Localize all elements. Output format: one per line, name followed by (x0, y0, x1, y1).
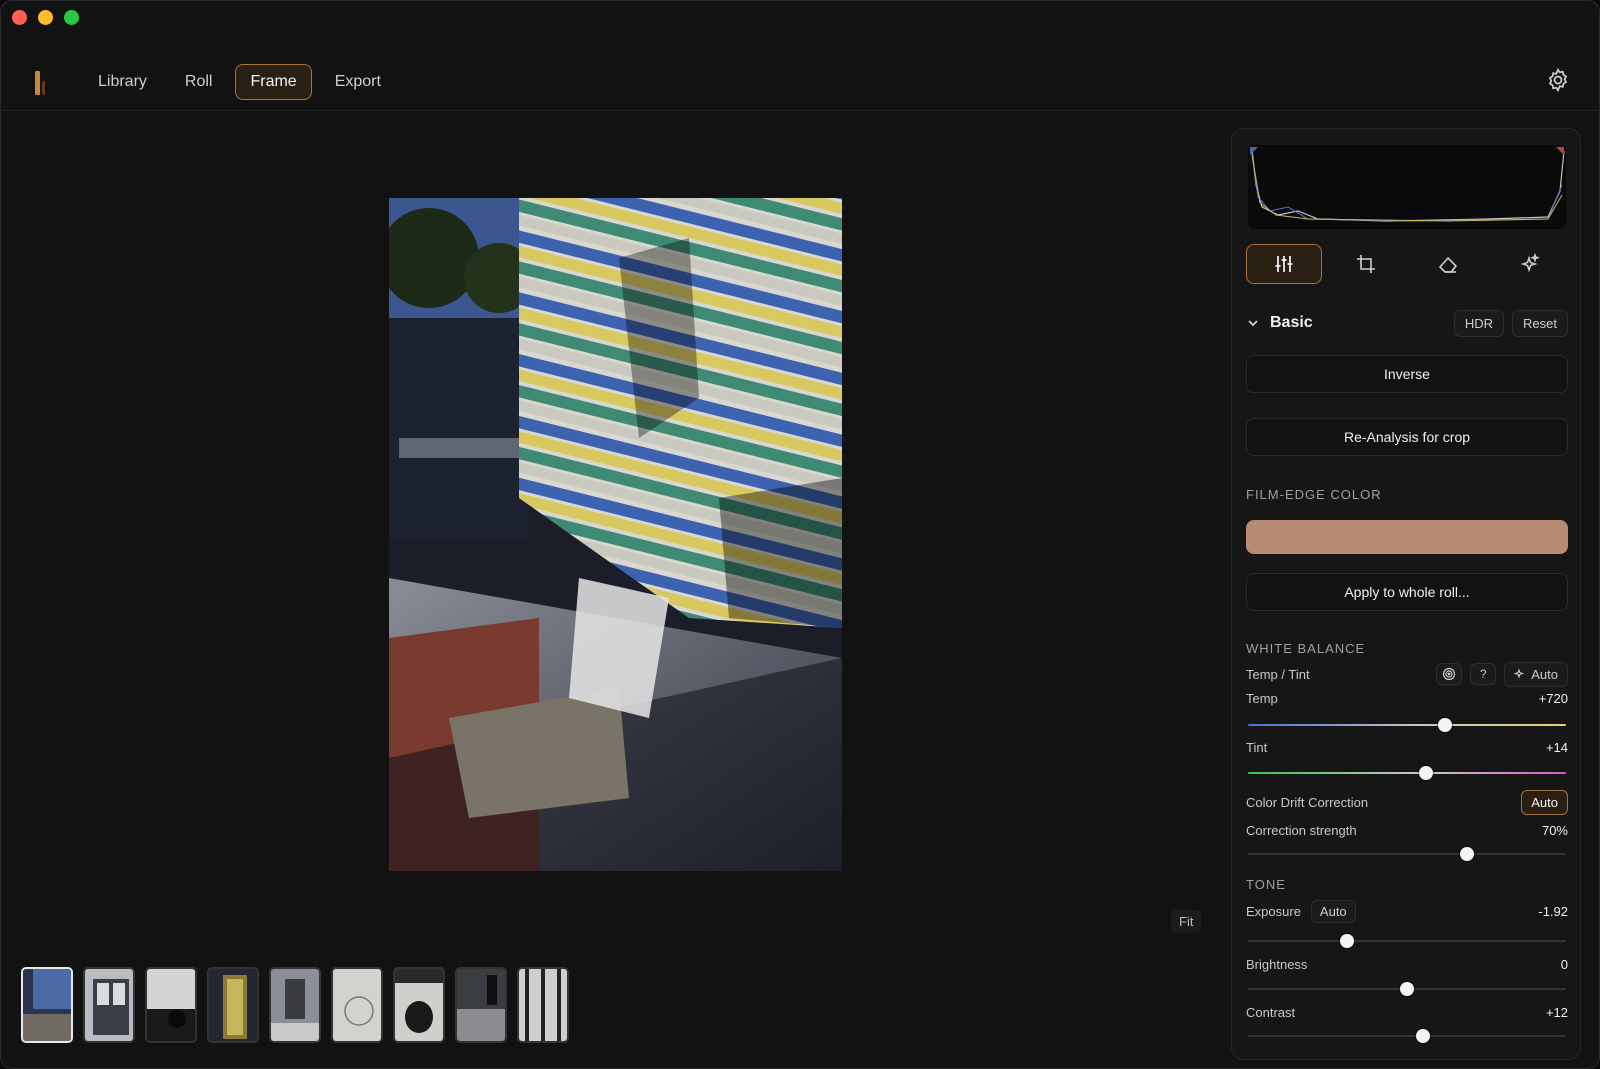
tint-slider-handle[interactable] (1419, 766, 1434, 780)
brightness-slider[interactable] (1248, 982, 1566, 996)
film-edge-color-swatch[interactable] (1246, 520, 1568, 554)
brightness-row: Brightness 0 (1246, 957, 1568, 972)
filmstrip-thumb[interactable] (145, 967, 197, 1043)
crop-icon[interactable] (1328, 244, 1404, 284)
tab-frame[interactable]: Frame (235, 64, 312, 100)
tab-export[interactable]: Export (320, 64, 396, 100)
strength-row: Correction strength 70% (1246, 823, 1568, 838)
contrast-slider[interactable] (1248, 1029, 1566, 1043)
zoom-window-button[interactable] (64, 10, 79, 25)
adjust-sliders-icon[interactable] (1246, 244, 1322, 284)
sparkle-icon[interactable] (1492, 244, 1568, 284)
adjustments-panel: Basic HDR Reset Inverse Re-Analysis for … (1231, 128, 1581, 1060)
strength-slider-handle[interactable] (1460, 847, 1475, 861)
exposure-auto-button[interactable]: Auto (1310, 899, 1356, 923)
basic-section-header[interactable]: Basic HDR Reset (1246, 309, 1568, 337)
window-controls (12, 10, 79, 25)
temp-tint-label: Temp / Tint (1246, 666, 1310, 682)
temp-value: +720 (1538, 691, 1568, 706)
filmstrip-thumb[interactable] (393, 967, 445, 1043)
tool-tabs (1246, 244, 1568, 284)
filmstrip-thumb[interactable] (207, 967, 259, 1043)
contrast-slider-handle[interactable] (1415, 1029, 1430, 1043)
filmstrip-thumb[interactable] (517, 967, 569, 1043)
tint-slider[interactable] (1248, 766, 1566, 780)
contrast-value: +12 (1545, 1005, 1568, 1020)
drift-label: Color Drift Correction (1246, 794, 1369, 810)
exposure-slider-handle[interactable] (1339, 934, 1354, 948)
histogram (1248, 145, 1566, 229)
brightness-slider-handle[interactable] (1400, 982, 1414, 996)
fit-button[interactable]: Fit (1171, 910, 1202, 933)
eraser-icon[interactable] (1410, 244, 1486, 284)
filmstrip-thumb[interactable] (455, 967, 507, 1043)
contrast-row: Contrast +12 (1246, 1005, 1568, 1020)
filmstrip-thumb[interactable] (269, 967, 321, 1043)
drift-row: Color Drift Correction Auto (1246, 789, 1568, 815)
close-window-button[interactable] (12, 10, 27, 25)
contrast-label: Contrast (1246, 1005, 1296, 1020)
wb-auto-button[interactable]: Auto (1504, 661, 1568, 687)
temp-slider[interactable] (1248, 718, 1566, 732)
wb-auto-label: Auto (1531, 666, 1558, 682)
exposure-row: Exposure Auto -1.92 (1246, 899, 1568, 923)
app-logo-icon (29, 67, 51, 95)
app-window: Library Roll Frame Export Fit Basic HDR … (0, 0, 1600, 1069)
tab-library[interactable]: Library (83, 64, 162, 100)
strength-slider[interactable] (1248, 847, 1566, 861)
eyedropper-target-icon[interactable] (1436, 663, 1463, 685)
image-canvas[interactable]: Fit (1, 112, 1231, 1068)
tone-label: TONE (1246, 877, 1286, 892)
chevron-down-icon (1248, 320, 1258, 327)
hdr-button[interactable]: HDR (1453, 309, 1505, 337)
filmstrip-thumb[interactable] (83, 967, 135, 1043)
tint-row: Tint +14 (1246, 740, 1568, 755)
filmstrip-thumb[interactable] (21, 967, 73, 1043)
reset-button[interactable]: Reset (1512, 309, 1568, 337)
exposure-label: Exposure (1246, 903, 1301, 919)
exposure-slider[interactable] (1248, 934, 1566, 948)
tint-label: Tint (1246, 740, 1268, 755)
section-title: Basic (1270, 314, 1313, 331)
brightness-value: 0 (1560, 957, 1568, 972)
drift-auto-button[interactable]: Auto (1521, 789, 1568, 815)
apply-whole-roll-button[interactable]: Apply to whole roll... (1246, 573, 1568, 611)
film-edge-label: FILM-EDGE COLOR (1246, 487, 1382, 502)
tab-roll[interactable]: Roll (170, 64, 228, 100)
main-photo (389, 198, 842, 871)
filmstrip (21, 967, 569, 1043)
temp-tint-row: Temp / Tint ? Auto (1246, 661, 1568, 687)
brightness-label: Brightness (1246, 957, 1308, 972)
temp-slider-handle[interactable] (1438, 718, 1453, 732)
temp-row: Temp +720 (1246, 691, 1568, 706)
exposure-value: -1.92 (1538, 903, 1568, 919)
gear-icon[interactable] (1545, 67, 1571, 93)
white-balance-label: WHITE BALANCE (1246, 641, 1366, 656)
main-tabs: Library Roll Frame Export (83, 64, 396, 100)
temp-label: Temp (1246, 691, 1278, 706)
strength-value: 70% (1541, 823, 1568, 838)
help-button[interactable]: ? (1470, 663, 1497, 685)
top-nav-bar: Library Roll Frame Export (1, 53, 1599, 111)
strength-label: Correction strength (1246, 823, 1357, 838)
minimize-window-button[interactable] (38, 10, 53, 25)
sparkle-icon (1514, 668, 1525, 679)
tint-value: +14 (1545, 740, 1568, 755)
reanalysis-button[interactable]: Re-Analysis for crop (1246, 418, 1568, 456)
filmstrip-thumb[interactable] (331, 967, 383, 1043)
inverse-button[interactable]: Inverse (1246, 355, 1568, 393)
